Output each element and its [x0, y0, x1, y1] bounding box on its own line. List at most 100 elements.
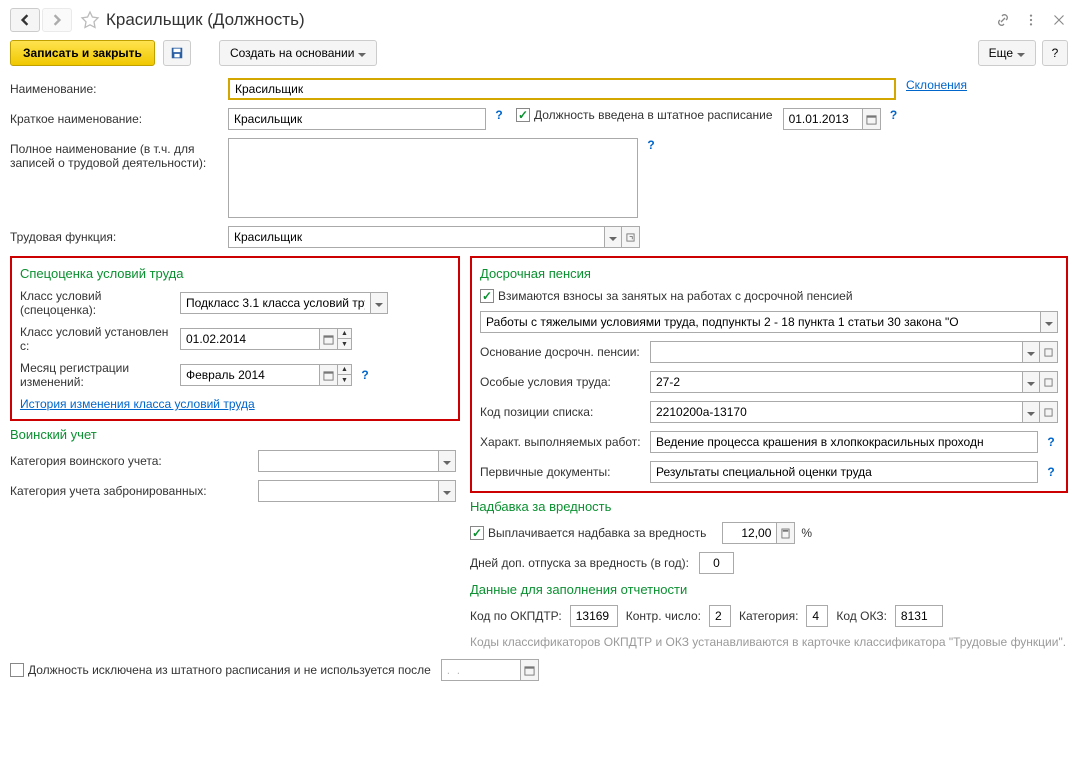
hazard-section-title: Надбавка за вредность: [470, 499, 1068, 514]
reg-month-label: Месяц регистрации изменений:: [20, 361, 180, 389]
link-icon[interactable]: [994, 11, 1012, 29]
help-icon[interactable]: ?: [887, 108, 901, 122]
dropdown-button[interactable]: [1040, 311, 1058, 333]
class-from-input[interactable]: [180, 328, 320, 350]
okpdtr-input[interactable]: [570, 605, 618, 627]
open-button[interactable]: [622, 226, 640, 248]
help-icon[interactable]: ?: [644, 138, 658, 152]
more-label: Еще: [989, 46, 1013, 60]
chevron-down-icon: [1017, 46, 1025, 60]
list-pos-label: Код позиции списка:: [480, 405, 650, 419]
military-section-title: Воинский учет: [10, 427, 460, 442]
help-icon[interactable]: ?: [358, 368, 372, 382]
class-label: Класс условий (спецоценка):: [20, 289, 180, 317]
reg-month-input[interactable]: [180, 364, 320, 386]
nav-back-button[interactable]: [10, 8, 40, 32]
dropdown-button[interactable]: [1022, 371, 1040, 393]
special-cond-label: Особые условия труда:: [480, 375, 650, 389]
hazard-paid-input[interactable]: [722, 522, 777, 544]
spin-down[interactable]: ▼: [338, 339, 351, 349]
save-and-close-button[interactable]: Записать и закрыть: [10, 40, 155, 66]
okz-label: Код ОКЗ:: [836, 609, 887, 623]
spin-up[interactable]: ▲: [338, 365, 351, 375]
class-from-label: Класс условий установлен с:: [20, 325, 180, 353]
pension-section-title: Досрочная пенсия: [480, 266, 1058, 281]
military-reserved-input[interactable]: [258, 480, 438, 502]
excluded-date-input[interactable]: [441, 659, 521, 681]
help-icon[interactable]: ?: [1044, 435, 1058, 449]
hazard-paid-checkbox[interactable]: [470, 526, 484, 540]
nav-forward-button[interactable]: [42, 8, 72, 32]
open-button[interactable]: [1040, 341, 1058, 363]
in-staff-label: Должность введена в штатное расписание: [534, 108, 773, 122]
help-icon[interactable]: ?: [492, 108, 506, 122]
okpdtr-label: Код по ОКПДТР:: [470, 609, 562, 623]
work-func-input[interactable]: [228, 226, 604, 248]
favorite-star-icon[interactable]: [80, 10, 100, 30]
control-label: Контр. число:: [626, 609, 701, 623]
pension-contrib-label: Взимаются взносы за занятых на работах с…: [498, 289, 853, 303]
pension-basis-input[interactable]: [650, 341, 1022, 363]
calendar-icon[interactable]: [320, 364, 338, 386]
okz-input[interactable]: [895, 605, 943, 627]
short-name-label: Краткое наименование:: [10, 108, 228, 126]
pension-contrib-checkbox[interactable]: [480, 289, 494, 303]
dropdown-button[interactable]: [438, 450, 456, 472]
in-staff-date-input[interactable]: [783, 108, 863, 130]
pension-basis-label: Основание досрочн. пенсии:: [480, 345, 650, 359]
category-input[interactable]: [806, 605, 828, 627]
create-from-label: Создать на основании: [230, 46, 355, 60]
calendar-icon[interactable]: [320, 328, 338, 350]
full-name-label: Полное наименование (в т.ч. для записей …: [10, 138, 228, 170]
open-button[interactable]: [1040, 371, 1058, 393]
full-name-textarea[interactable]: [228, 138, 638, 218]
report-section-title: Данные для заполнения отчетности: [470, 582, 1068, 597]
short-name-input[interactable]: [228, 108, 486, 130]
spin-up[interactable]: ▲: [338, 329, 351, 339]
calculator-icon[interactable]: [777, 522, 795, 544]
dropdown-button[interactable]: [1022, 341, 1040, 363]
declensions-link[interactable]: Склонения: [906, 78, 967, 92]
percent-unit: %: [801, 526, 812, 540]
hazard-paid-label: Выплачивается надбавка за вредность: [488, 526, 706, 540]
name-input[interactable]: [228, 78, 896, 100]
spec-section-title: Спецоценка условий труда: [20, 266, 450, 281]
military-cat-input[interactable]: [258, 450, 438, 472]
help-button[interactable]: ?: [1042, 40, 1068, 66]
category-label: Категория:: [739, 609, 798, 623]
calendar-icon[interactable]: [521, 659, 539, 681]
in-staff-checkbox[interactable]: [516, 108, 530, 122]
class-input[interactable]: [180, 292, 370, 314]
primary-docs-input[interactable]: [650, 461, 1038, 483]
control-input[interactable]: [709, 605, 731, 627]
pension-basis-big-input[interactable]: [480, 311, 1040, 333]
more-button[interactable]: Еще: [978, 40, 1036, 66]
primary-docs-label: Первичные документы:: [480, 465, 650, 479]
special-cond-input[interactable]: [650, 371, 1022, 393]
dropdown-button[interactable]: [438, 480, 456, 502]
spin-down[interactable]: ▼: [338, 375, 351, 385]
chevron-down-icon: [358, 46, 366, 60]
help-icon[interactable]: ?: [1044, 465, 1058, 479]
dropdown-button[interactable]: [604, 226, 622, 248]
work-char-label: Характ. выполняемых работ:: [480, 435, 650, 449]
excluded-checkbox[interactable]: [10, 663, 24, 677]
page-title: Красильщик (Должность): [106, 10, 994, 30]
dropdown-button[interactable]: [1022, 401, 1040, 423]
spec-history-link[interactable]: История изменения класса условий труда: [20, 397, 255, 411]
excluded-label: Должность исключена из штатного расписан…: [28, 663, 431, 677]
close-icon[interactable]: [1050, 11, 1068, 29]
military-cat-label: Категория воинского учета:: [10, 454, 258, 468]
dropdown-button[interactable]: [370, 292, 388, 314]
open-button[interactable]: [1040, 401, 1058, 423]
list-pos-input[interactable]: [650, 401, 1022, 423]
calendar-icon[interactable]: [863, 108, 881, 130]
extra-leave-label: Дней доп. отпуска за вредность (в год):: [470, 556, 689, 570]
more-vertical-icon[interactable]: [1022, 11, 1040, 29]
create-from-button[interactable]: Создать на основании: [219, 40, 378, 66]
report-hint: Коды классификаторов ОКПДТР и ОКЗ устана…: [470, 635, 1068, 649]
save-button[interactable]: [163, 40, 191, 66]
extra-leave-input[interactable]: [699, 552, 734, 574]
work-char-input[interactable]: [650, 431, 1038, 453]
work-func-label: Трудовая функция:: [10, 226, 228, 244]
